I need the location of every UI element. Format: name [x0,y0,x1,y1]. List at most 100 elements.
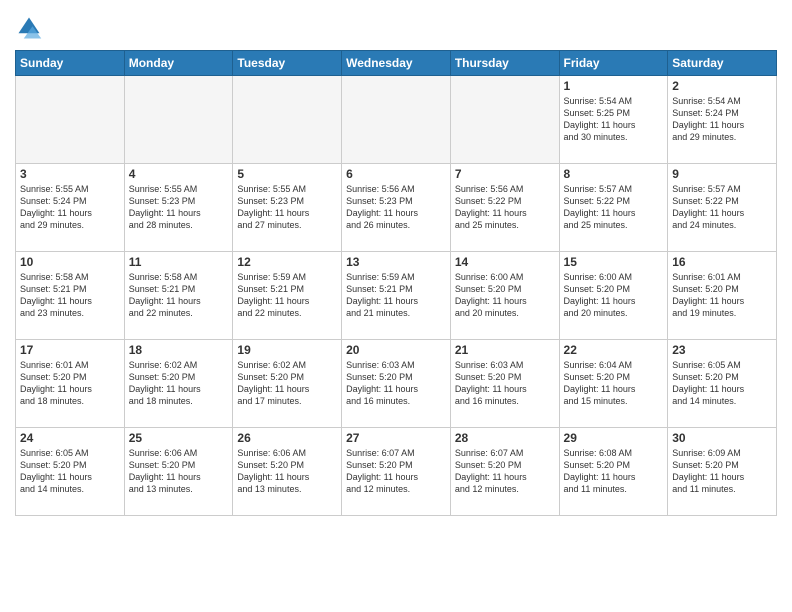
day-info: Sunrise: 5:57 AM Sunset: 5:22 PM Dayligh… [672,183,772,232]
day-info: Sunrise: 6:00 AM Sunset: 5:20 PM Dayligh… [564,271,664,320]
calendar-cell: 15 Sunrise: 6:00 AM Sunset: 5:20 PM Dayli… [559,252,668,340]
day-number: 13 [346,255,446,269]
weekday-header-tuesday: Tuesday [233,51,342,76]
day-info: Sunrise: 6:06 AM Sunset: 5:20 PM Dayligh… [129,447,229,496]
day-info: Sunrise: 6:05 AM Sunset: 5:20 PM Dayligh… [20,447,120,496]
header [15,10,777,42]
day-info: Sunrise: 5:57 AM Sunset: 5:22 PM Dayligh… [564,183,664,232]
day-number: 18 [129,343,229,357]
calendar-cell: 9 Sunrise: 5:57 AM Sunset: 5:22 PM Daylig… [668,164,777,252]
day-number: 6 [346,167,446,181]
calendar-cell: 24 Sunrise: 6:05 AM Sunset: 5:20 PM Dayli… [16,428,125,516]
day-info: Sunrise: 6:04 AM Sunset: 5:20 PM Dayligh… [564,359,664,408]
weekday-header-row: SundayMondayTuesdayWednesdayThursdayFrid… [16,51,777,76]
day-info: Sunrise: 5:58 AM Sunset: 5:21 PM Dayligh… [129,271,229,320]
day-info: Sunrise: 6:06 AM Sunset: 5:20 PM Dayligh… [237,447,337,496]
calendar-week-5: 24 Sunrise: 6:05 AM Sunset: 5:20 PM Dayli… [16,428,777,516]
calendar-cell: 30 Sunrise: 6:09 AM Sunset: 5:20 PM Dayli… [668,428,777,516]
weekday-header-wednesday: Wednesday [342,51,451,76]
calendar-cell [450,76,559,164]
day-number: 7 [455,167,555,181]
weekday-header-friday: Friday [559,51,668,76]
day-number: 23 [672,343,772,357]
calendar-cell: 3 Sunrise: 5:55 AM Sunset: 5:24 PM Daylig… [16,164,125,252]
day-number: 25 [129,431,229,445]
day-info: Sunrise: 6:00 AM Sunset: 5:20 PM Dayligh… [455,271,555,320]
weekday-header-sunday: Sunday [16,51,125,76]
day-info: Sunrise: 6:08 AM Sunset: 5:20 PM Dayligh… [564,447,664,496]
day-number: 26 [237,431,337,445]
calendar-cell: 29 Sunrise: 6:08 AM Sunset: 5:20 PM Dayli… [559,428,668,516]
calendar-cell [233,76,342,164]
day-info: Sunrise: 6:07 AM Sunset: 5:20 PM Dayligh… [455,447,555,496]
calendar-cell [342,76,451,164]
calendar-cell: 13 Sunrise: 5:59 AM Sunset: 5:21 PM Dayli… [342,252,451,340]
day-info: Sunrise: 6:09 AM Sunset: 5:20 PM Dayligh… [672,447,772,496]
day-info: Sunrise: 6:07 AM Sunset: 5:20 PM Dayligh… [346,447,446,496]
day-number: 11 [129,255,229,269]
day-number: 16 [672,255,772,269]
logo [15,14,47,42]
day-info: Sunrise: 6:02 AM Sunset: 5:20 PM Dayligh… [237,359,337,408]
calendar-cell [16,76,125,164]
day-number: 27 [346,431,446,445]
day-info: Sunrise: 6:01 AM Sunset: 5:20 PM Dayligh… [672,271,772,320]
calendar-week-2: 3 Sunrise: 5:55 AM Sunset: 5:24 PM Daylig… [16,164,777,252]
day-number: 17 [20,343,120,357]
calendar-cell: 20Sunrise: 6:03 AM Sunset: 5:20 PM Dayli… [342,340,451,428]
calendar-cell: 5 Sunrise: 5:55 AM Sunset: 5:23 PM Daylig… [233,164,342,252]
day-number: 29 [564,431,664,445]
day-number: 28 [455,431,555,445]
calendar-cell: 8 Sunrise: 5:57 AM Sunset: 5:22 PM Daylig… [559,164,668,252]
calendar-cell: 1 Sunrise: 5:54 AM Sunset: 5:25 PM Daylig… [559,76,668,164]
day-info: Sunrise: 5:55 AM Sunset: 5:24 PM Dayligh… [20,183,120,232]
day-number: 22 [564,343,664,357]
day-number: 14 [455,255,555,269]
day-number: 1 [564,79,664,93]
calendar-cell: 26 Sunrise: 6:06 AM Sunset: 5:20 PM Dayli… [233,428,342,516]
day-number: 15 [564,255,664,269]
day-number: 12 [237,255,337,269]
day-info: Sunrise: 5:58 AM Sunset: 5:21 PM Dayligh… [20,271,120,320]
day-number: 5 [237,167,337,181]
calendar-table: SundayMondayTuesdayWednesdayThursdayFrid… [15,50,777,516]
day-number: 10 [20,255,120,269]
day-number: 8 [564,167,664,181]
calendar-week-3: 10 Sunrise: 5:58 AM Sunset: 5:21 PM Dayli… [16,252,777,340]
day-number: 24 [20,431,120,445]
day-info: Sunrise: 5:54 AM Sunset: 5:24 PM Dayligh… [672,95,772,144]
logo-icon [15,14,43,42]
day-number: 3 [20,167,120,181]
calendar-cell: 19Sunrise: 6:02 AM Sunset: 5:20 PM Dayli… [233,340,342,428]
calendar-cell: 7 Sunrise: 5:56 AM Sunset: 5:22 PM Daylig… [450,164,559,252]
day-info: Sunrise: 5:55 AM Sunset: 5:23 PM Dayligh… [237,183,337,232]
day-info: Sunrise: 6:01 AM Sunset: 5:20 PM Dayligh… [20,359,120,408]
calendar-cell: 4 Sunrise: 5:55 AM Sunset: 5:23 PM Daylig… [124,164,233,252]
day-info: Sunrise: 6:02 AM Sunset: 5:20 PM Dayligh… [129,359,229,408]
day-number: 9 [672,167,772,181]
calendar-week-4: 17 Sunrise: 6:01 AM Sunset: 5:20 PM Dayli… [16,340,777,428]
day-info: Sunrise: 6:05 AM Sunset: 5:20 PM Dayligh… [672,359,772,408]
day-info: Sunrise: 5:56 AM Sunset: 5:23 PM Dayligh… [346,183,446,232]
weekday-header-thursday: Thursday [450,51,559,76]
day-info: Sunrise: 5:55 AM Sunset: 5:23 PM Dayligh… [129,183,229,232]
calendar-cell: 11 Sunrise: 5:58 AM Sunset: 5:21 PM Dayli… [124,252,233,340]
calendar-cell: 21Sunrise: 6:03 AM Sunset: 5:20 PM Dayli… [450,340,559,428]
day-info: Sunrise: 5:54 AM Sunset: 5:25 PM Dayligh… [564,95,664,144]
calendar-cell: 10 Sunrise: 5:58 AM Sunset: 5:21 PM Dayli… [16,252,125,340]
day-number: 30 [672,431,772,445]
day-info: Sunrise: 5:59 AM Sunset: 5:21 PM Dayligh… [346,271,446,320]
day-number: 20 [346,343,446,357]
calendar-cell: 27 Sunrise: 6:07 AM Sunset: 5:20 PM Dayli… [342,428,451,516]
page: SundayMondayTuesdayWednesdayThursdayFrid… [0,0,792,612]
calendar-cell: 28 Sunrise: 6:07 AM Sunset: 5:20 PM Dayli… [450,428,559,516]
day-info: Sunrise: 6:03 AM Sunset: 5:20 PM Dayligh… [455,359,555,408]
calendar-cell: 14 Sunrise: 6:00 AM Sunset: 5:20 PM Dayli… [450,252,559,340]
calendar-cell: 6 Sunrise: 5:56 AM Sunset: 5:23 PM Daylig… [342,164,451,252]
day-info: Sunrise: 5:59 AM Sunset: 5:21 PM Dayligh… [237,271,337,320]
calendar-week-1: 1 Sunrise: 5:54 AM Sunset: 5:25 PM Daylig… [16,76,777,164]
calendar-cell: 2Sunrise: 5:54 AM Sunset: 5:24 PM Daylig… [668,76,777,164]
day-number: 4 [129,167,229,181]
calendar-cell: 17 Sunrise: 6:01 AM Sunset: 5:20 PM Dayli… [16,340,125,428]
day-info: Sunrise: 5:56 AM Sunset: 5:22 PM Dayligh… [455,183,555,232]
